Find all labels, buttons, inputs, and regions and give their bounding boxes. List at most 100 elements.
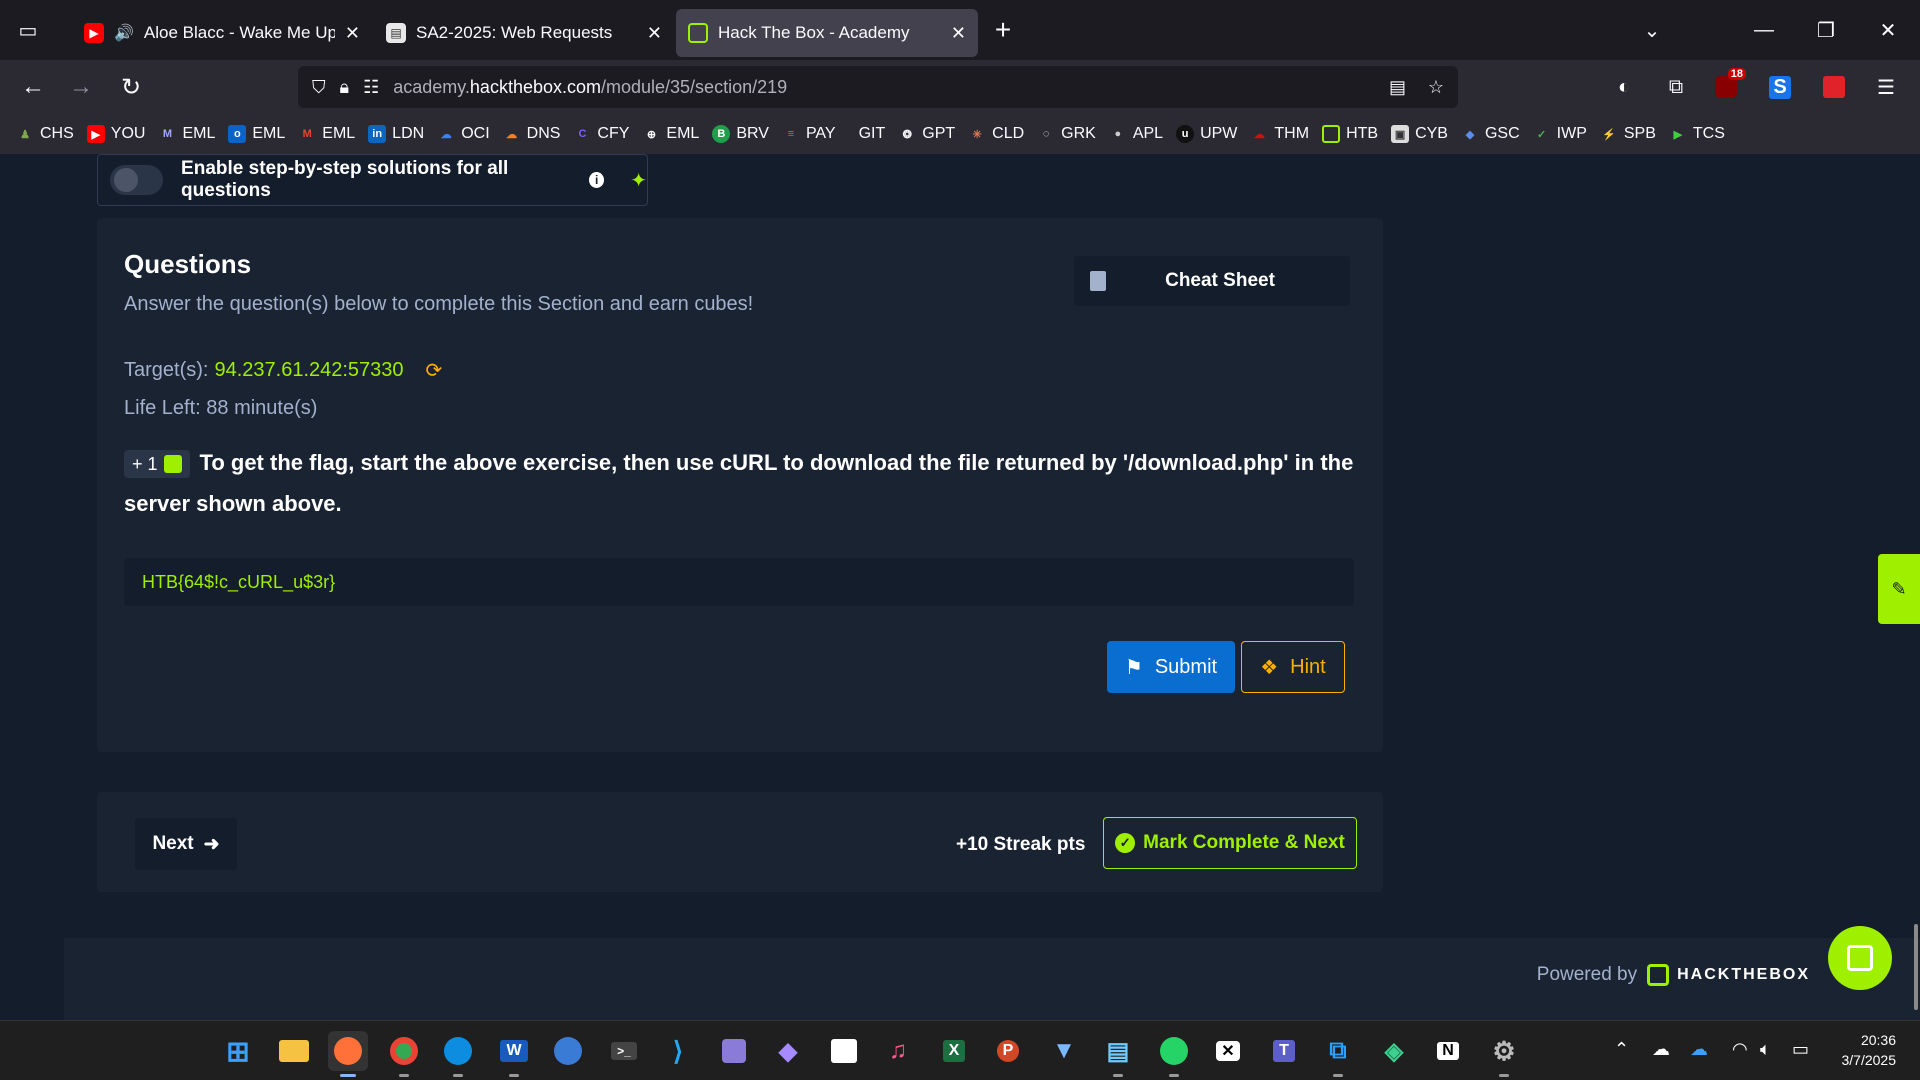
vscode-icon[interactable]: ⟩ xyxy=(658,1031,698,1071)
forward-button[interactable]: → xyxy=(57,65,105,109)
red-extension-icon[interactable] xyxy=(1812,66,1856,108)
target-ip[interactable]: 94.237.61.242:57330 xyxy=(214,359,403,382)
excel-icon[interactable]: X xyxy=(934,1031,974,1071)
bookmark-cld[interactable]: ✳ CLD xyxy=(968,125,1025,143)
battery-icon[interactable]: ▭ xyxy=(1792,1039,1809,1060)
submit-button[interactable]: ⚑ Submit xyxy=(1107,641,1235,693)
canva-icon[interactable] xyxy=(548,1031,588,1071)
vpn-icon[interactable]: ▼ xyxy=(1044,1031,1084,1071)
system-clock[interactable]: 20:36 3/7/2025 xyxy=(1842,1030,1897,1070)
tab-list-chevron-icon[interactable]: ⌄ xyxy=(1622,0,1682,60)
htb-assistant-button[interactable] xyxy=(1828,926,1892,990)
capcut-icon[interactable]: ✕ xyxy=(1208,1031,1248,1071)
firefox-icon[interactable] xyxy=(328,1031,368,1077)
reload-button[interactable]: ↻ xyxy=(107,65,155,109)
next-button[interactable]: Next ➜ xyxy=(135,818,237,870)
s-extension-icon[interactable]: S xyxy=(1758,66,1802,108)
bookmark-eml-3[interactable]: M EML xyxy=(298,125,356,143)
edge-icon[interactable] xyxy=(438,1031,478,1077)
step-by-step-switch[interactable] xyxy=(110,165,164,195)
bookmark-gpt[interactable]: ❂ GPT xyxy=(898,125,956,143)
audio-icon[interactable]: 🔊 xyxy=(114,23,134,43)
word-icon[interactable]: W xyxy=(494,1031,534,1077)
close-tab-icon[interactable]: ✕ xyxy=(647,23,662,44)
chevron-up-icon[interactable]: ⌃ xyxy=(1614,1039,1629,1060)
windows-start-icon[interactable]: ⊞ xyxy=(218,1031,258,1071)
bookmark-spb[interactable]: ⚡ SPB xyxy=(1600,125,1656,143)
permissions-icon[interactable]: ☷ xyxy=(363,77,379,98)
url-text[interactable]: academy.hackthebox.com/module/35/section… xyxy=(393,77,787,98)
bookmark-dns[interactable]: ☁ DNS xyxy=(503,125,560,143)
minimize-button[interactable]: — xyxy=(1734,0,1794,60)
bookmark-grk[interactable]: ◌ GRK xyxy=(1037,125,1096,143)
bookmark-upw[interactable]: u UPW xyxy=(1176,125,1237,143)
notion-icon[interactable]: N xyxy=(1428,1031,1468,1071)
refresh-icon[interactable]: ⟳ xyxy=(426,358,443,383)
reader-view-icon[interactable]: ▤ xyxy=(1389,77,1406,98)
obsidian-icon[interactable]: ◆ xyxy=(768,1031,808,1071)
bookmark-star-icon[interactable]: ☆ xyxy=(1428,77,1444,98)
tab-web-requests[interactable]: ▤ SA2-2025: Web Requests ✕ xyxy=(374,9,674,57)
bookmark-cyb[interactable]: ▣ CYB xyxy=(1391,125,1448,143)
restore-button[interactable]: ❐ xyxy=(1796,0,1856,60)
address-bar[interactable]: ⛉ 🔒︎ ☷ academy.hackthebox.com/module/35/… xyxy=(298,66,1458,108)
itunes-icon[interactable]: ♫ xyxy=(878,1031,918,1071)
bookmark-eml-4[interactable]: ⊕ EML xyxy=(642,125,700,143)
close-window-button[interactable]: ✕ xyxy=(1858,0,1918,60)
scrollbar[interactable] xyxy=(1914,924,1918,1010)
terminal-icon[interactable]: >_ xyxy=(604,1031,644,1071)
tab-htb-academy[interactable]: Hack The Box - Academy ✕ xyxy=(676,9,978,57)
onedrive-icon[interactable]: ☁ xyxy=(1652,1039,1670,1060)
tab-youtube[interactable]: ▶ 🔊 Aloe Blacc - Wake Me Up (A ✕ xyxy=(72,9,372,57)
answer-input[interactable]: HTB{64$!c_cURL_u$3r} xyxy=(124,558,1354,606)
notepad-icon[interactable]: ▤ xyxy=(1098,1031,1138,1077)
bookmark-thm[interactable]: ☁ THM xyxy=(1250,125,1309,143)
cheat-sheet-button[interactable]: Cheat Sheet xyxy=(1074,256,1350,306)
bookmark-htb[interactable]: HTB xyxy=(1322,125,1378,143)
chrome-icon[interactable] xyxy=(384,1031,424,1077)
bookmark-brv[interactable]: B BRV xyxy=(712,125,769,143)
teams-icon[interactable]: T xyxy=(1264,1031,1304,1071)
whatsapp-icon[interactable] xyxy=(1154,1031,1194,1077)
file-explorer-icon[interactable] xyxy=(274,1031,314,1071)
bookmark-iwp[interactable]: ✓ IWP xyxy=(1533,125,1587,143)
microsoft-store-icon[interactable] xyxy=(824,1031,864,1071)
extensions-puzzle-icon[interactable]: ⧉ xyxy=(1654,66,1698,108)
htb-app-icon[interactable]: ◈ xyxy=(1374,1031,1414,1071)
bookmark-eml-1[interactable]: M EML xyxy=(158,125,216,143)
lock-icon[interactable]: 🔒︎ xyxy=(340,77,350,98)
close-tab-icon[interactable]: ✕ xyxy=(345,23,360,44)
hint-button[interactable]: ❖ Hint xyxy=(1241,641,1345,693)
back-button[interactable]: ← xyxy=(9,65,57,109)
bookmark-you[interactable]: ▶ YOU xyxy=(86,125,145,143)
shield-icon[interactable]: ⛉ xyxy=(312,77,326,98)
bookmark-eml-2[interactable]: o EML xyxy=(228,125,285,143)
bookmark-pay[interactable]: ≡ PAY xyxy=(782,125,836,143)
info-icon[interactable]: i xyxy=(589,172,605,188)
powerpoint-icon[interactable]: P xyxy=(988,1031,1028,1071)
bookmark-oci[interactable]: ☁ OCI xyxy=(437,125,490,143)
extension-icon[interactable]: ◐ xyxy=(1602,66,1646,108)
ublock-icon[interactable]: 18 xyxy=(1704,66,1748,108)
bookmark-tcs[interactable]: ▶ TCS xyxy=(1669,125,1725,143)
bookmark-ldn[interactable]: in LDN xyxy=(368,125,424,143)
side-edit-tab[interactable]: ✎ xyxy=(1878,554,1920,624)
bookmark-git[interactable]: GIT xyxy=(859,125,886,143)
close-tab-icon[interactable]: ✕ xyxy=(951,23,966,44)
remote-desktop-icon[interactable]: ⧉ xyxy=(1318,1031,1358,1077)
app-purple-icon[interactable] xyxy=(714,1031,754,1071)
bookmark-chs[interactable]: ♟ CHS xyxy=(16,125,74,143)
cloud-icon[interactable]: ☁ xyxy=(1690,1039,1708,1060)
bookmark-cfy[interactable]: C CFY xyxy=(573,125,629,143)
volume-icon[interactable]: 🔈︎ xyxy=(1760,1039,1771,1060)
check-icon: ✓ xyxy=(1115,833,1136,853)
new-tab-button[interactable]: + xyxy=(978,0,1028,60)
tab-overview-icon[interactable]: ▭ xyxy=(0,0,56,60)
hackthebox-logo[interactable]: HACKTHEBOX xyxy=(1647,964,1810,986)
mark-complete-next-button[interactable]: ✓ Mark Complete & Next xyxy=(1103,817,1357,869)
menu-icon[interactable]: ☰ xyxy=(1864,66,1908,108)
bookmark-apl[interactable]: ● APL xyxy=(1109,125,1164,143)
wifi-icon[interactable]: ◠ xyxy=(1732,1039,1748,1060)
settings-icon[interactable]: ⚙ xyxy=(1484,1031,1524,1077)
bookmark-gsc[interactable]: ◆ GSC xyxy=(1461,125,1520,143)
